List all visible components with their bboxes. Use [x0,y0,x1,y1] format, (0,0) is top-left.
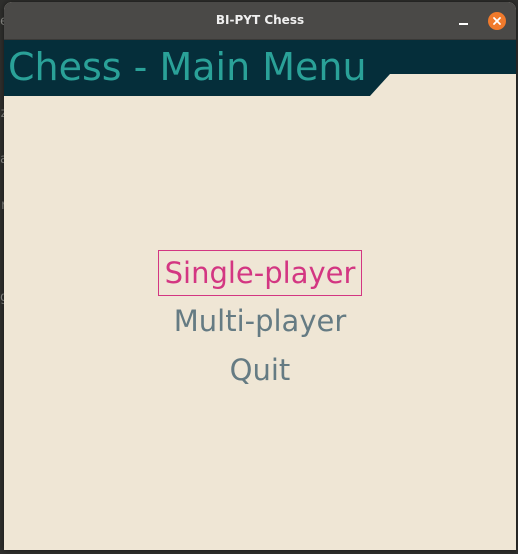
menu-item-multi-player[interactable]: Multi-player [4,299,516,343]
menu-item-label: Multi-player [173,304,347,338]
menu-item-label: Quit [229,353,291,387]
main-content: Chess - Main Menu Single-player Multi-pl… [4,40,516,550]
close-button[interactable] [488,12,506,30]
window-titlebar[interactable]: BI-PYT Chess [4,2,516,40]
menu-banner: Chess - Main Menu [4,40,516,100]
minimize-button[interactable] [454,12,472,30]
close-icon [493,17,501,25]
menu-item-single-player[interactable]: Single-player [4,250,516,296]
desktop-background: e z a r g BI-PYT Chess Chess - Main Menu [0,0,518,554]
window-title: BI-PYT Chess [215,13,305,27]
menu-item-quit[interactable]: Quit [4,348,516,392]
app-window: BI-PYT Chess Chess - Main Menu Single-pl… [4,2,516,550]
menu-item-label: Single-player [157,250,363,296]
page-title: Chess - Main Menu [8,45,367,89]
minimize-icon [459,23,468,25]
